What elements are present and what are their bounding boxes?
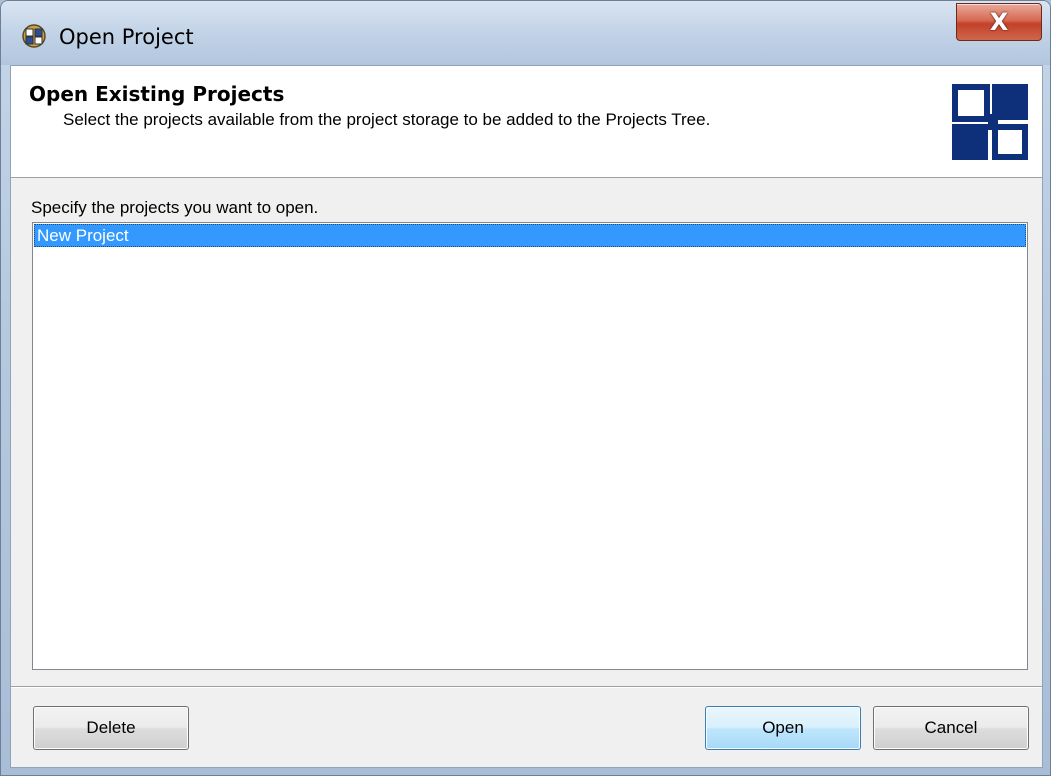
dialog-client-area: Open Existing Projects Select the projec… xyxy=(10,65,1043,768)
cancel-button[interactable]: Cancel xyxy=(873,706,1029,750)
delete-button[interactable]: Delete xyxy=(33,706,189,750)
project-list[interactable]: New Project xyxy=(32,222,1028,670)
header-panel: Open Existing Projects Select the projec… xyxy=(11,66,1042,178)
open-project-dialog: Open Project X Open Existing Projects Se… xyxy=(0,0,1051,776)
header-title: Open Existing Projects xyxy=(29,82,285,106)
close-button[interactable]: X xyxy=(956,3,1042,41)
open-button[interactable]: Open xyxy=(705,706,861,750)
footer-separator xyxy=(11,686,1042,688)
project-blocks-logo-icon xyxy=(952,84,1028,160)
close-icon: X xyxy=(989,8,1009,36)
window-title: Open Project xyxy=(59,25,194,49)
header-description: Select the projects available from the p… xyxy=(63,110,711,129)
instruction-label: Specify the projects you want to open. xyxy=(31,198,319,217)
title-bar[interactable]: Open Project X xyxy=(1,1,1050,65)
list-item-new-project[interactable]: New Project xyxy=(34,224,1026,247)
project-app-icon xyxy=(22,24,46,48)
